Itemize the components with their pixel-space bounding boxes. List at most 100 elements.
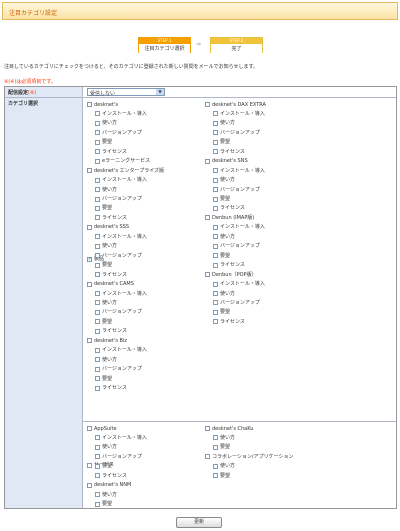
subcategory-checkbox[interactable] xyxy=(213,291,218,296)
subcategory-checkbox[interactable] xyxy=(95,272,100,278)
subcategory-label: ライセンス xyxy=(220,318,245,325)
subcategory-checkbox[interactable] xyxy=(213,196,218,202)
category-checkbox[interactable] xyxy=(205,102,210,107)
category-label: コラボレーション/アプリケーション xyxy=(212,453,294,460)
subcategory-checkbox[interactable] xyxy=(95,234,100,240)
category-checkbox[interactable] xyxy=(87,338,92,344)
subcategory-checkbox[interactable] xyxy=(95,357,100,363)
subcategory-checkbox[interactable] xyxy=(95,262,100,268)
subcategory-checkbox[interactable] xyxy=(95,385,100,391)
subcategory-checkbox[interactable] xyxy=(213,473,218,479)
subcategory-checkbox[interactable] xyxy=(213,130,218,136)
subcategory-label: インストール・導入 xyxy=(220,281,265,288)
subcategory-checkbox[interactable] xyxy=(213,205,218,211)
category-checkbox[interactable] xyxy=(87,168,92,174)
category-checkbox[interactable] xyxy=(205,426,210,431)
subcategory-checkbox[interactable] xyxy=(95,319,100,325)
subcategory-checkbox[interactable] xyxy=(95,473,100,479)
group-checkbox[interactable] xyxy=(87,462,92,468)
subcategory-label: ライセンス xyxy=(220,205,245,212)
subcategory-checkbox[interactable] xyxy=(213,253,218,259)
subcategory-checkbox[interactable] xyxy=(213,111,218,117)
intro-text: 注目しているカテゴリにチェックをつけると、そのカテゴリに登録された新しい質問をメ… xyxy=(4,64,259,70)
subcategory-checkbox[interactable] xyxy=(213,463,218,469)
subcategory-label: 要望 xyxy=(220,309,231,316)
chevron-down-icon[interactable]: ▼ xyxy=(156,89,164,95)
subcategory-checkbox[interactable] xyxy=(95,435,100,441)
subcategory-checkbox[interactable] xyxy=(213,224,218,230)
subcategory-checkbox[interactable] xyxy=(213,168,218,174)
subcategory-checkbox[interactable] xyxy=(95,501,100,507)
subcategory-label: 使い方 xyxy=(102,243,118,250)
category-checkbox[interactable] xyxy=(87,482,92,488)
subcategory-checkbox[interactable] xyxy=(213,139,218,145)
category-groups: 製品desknet'sインストール・導入使い方バージョンアップ要望ライセンスeラ… xyxy=(83,98,396,508)
subcategory-checkbox[interactable] xyxy=(95,243,100,249)
category-checkbox[interactable] xyxy=(87,102,92,107)
category-checkbox[interactable] xyxy=(205,215,210,221)
subcategory-checkbox[interactable] xyxy=(95,376,100,382)
subcategory-checkbox[interactable] xyxy=(213,262,218,268)
subcategory-checkbox[interactable] xyxy=(213,243,218,249)
subcategory-checkbox[interactable] xyxy=(95,120,100,126)
subcategory-label: バージョンアップ xyxy=(102,366,142,373)
subcategory-checkbox[interactable] xyxy=(95,149,100,155)
subcategory-checkbox[interactable] xyxy=(95,158,100,164)
subcategory-label: 使い方 xyxy=(102,120,118,127)
update-button[interactable]: 更新 xyxy=(176,517,222,528)
subcategory-checkbox[interactable] xyxy=(213,187,218,193)
subcategory-checkbox[interactable] xyxy=(213,149,218,155)
subcategory-checkbox[interactable] xyxy=(95,205,100,211)
subcategory-checkbox[interactable] xyxy=(213,177,218,183)
category-checkbox[interactable] xyxy=(205,272,210,278)
subcategory-checkbox[interactable] xyxy=(95,347,100,353)
group-checkbox[interactable] xyxy=(87,256,92,262)
subcategory-checkbox[interactable] xyxy=(213,319,218,325)
category-label: desknet's DAX EXTRA xyxy=(212,101,266,108)
step-2-label: 完了 xyxy=(211,44,262,54)
subcategory-label: バージョンアップ xyxy=(102,309,142,316)
subcategory-checkbox[interactable] xyxy=(213,300,218,306)
delivery-select[interactable]: 受信しない ▼ xyxy=(87,88,165,97)
subcategory-checkbox[interactable] xyxy=(213,444,218,450)
category-checkbox[interactable] xyxy=(205,158,210,164)
subcategory-checkbox[interactable] xyxy=(95,215,100,221)
category-checkbox[interactable] xyxy=(87,224,92,230)
subcategory-checkbox[interactable] xyxy=(95,291,100,296)
category-checkbox[interactable] xyxy=(87,281,92,287)
page-title: 注目カテゴリ設定 xyxy=(9,10,58,17)
subcategory-checkbox[interactable] xyxy=(213,281,218,287)
subcategory-checkbox[interactable] xyxy=(95,454,100,460)
delivery-select-value: 受信しない xyxy=(90,91,116,97)
subcategory-checkbox[interactable] xyxy=(213,234,218,240)
subcategory-checkbox[interactable] xyxy=(95,463,100,469)
step-2: STEP 2 完了 xyxy=(210,37,263,54)
subcategory-checkbox[interactable] xyxy=(95,366,100,372)
subcategory-checkbox[interactable] xyxy=(213,435,218,441)
subcategory-checkbox[interactable] xyxy=(95,492,100,498)
subcategory-checkbox[interactable] xyxy=(95,253,100,259)
subcategory-label: インストール・導入 xyxy=(102,347,147,354)
subcategory-label: インストール・導入 xyxy=(102,233,147,240)
subcategory-checkbox[interactable] xyxy=(95,309,100,315)
subcategory-checkbox[interactable] xyxy=(95,139,100,145)
subcategory-checkbox[interactable] xyxy=(95,300,100,306)
subcategory-label: 要望 xyxy=(102,139,113,146)
subcategory-checkbox[interactable] xyxy=(213,120,218,126)
subcategory-label: ライセンス xyxy=(102,214,127,221)
category-checkbox[interactable] xyxy=(87,426,92,431)
subcategory-checkbox[interactable] xyxy=(95,328,100,334)
subcategory-checkbox[interactable] xyxy=(95,187,100,193)
subcategory-checkbox[interactable] xyxy=(95,196,100,202)
subcategory-checkbox[interactable] xyxy=(213,309,218,315)
subcategory-label: 使い方 xyxy=(102,299,118,306)
category-group: 製品desknet'sインストール・導入使い方バージョンアップ要望ライセンスeラ… xyxy=(83,98,396,421)
category-checkbox[interactable] xyxy=(205,454,210,460)
subcategory-checkbox[interactable] xyxy=(95,111,100,117)
subcategory-checkbox[interactable] xyxy=(95,177,100,183)
subcategory-label: ライセンス xyxy=(102,472,127,479)
subcategory-checkbox[interactable] xyxy=(95,130,100,136)
subcategory-label: インストール・導入 xyxy=(102,110,147,117)
subcategory-checkbox[interactable] xyxy=(95,444,100,450)
subcategory-label: インストール・導入 xyxy=(220,110,265,117)
